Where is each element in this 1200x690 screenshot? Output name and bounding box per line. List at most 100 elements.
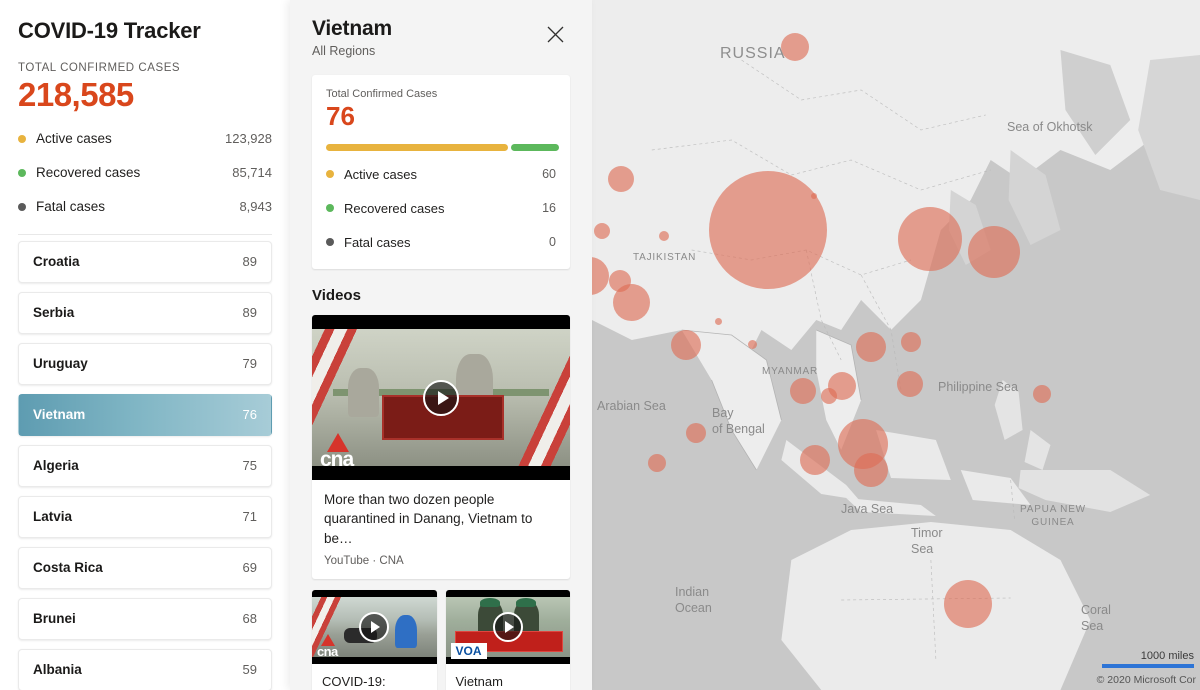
map-case-circle[interactable] bbox=[828, 372, 856, 400]
legend-row: Recovered cases 85,714 bbox=[18, 156, 272, 190]
detail-subtitle: All Regions bbox=[312, 44, 376, 58]
country-list: Croatia 89 Serbia 89 Uruguay 79 Vietnam … bbox=[18, 240, 272, 690]
map-case-circle[interactable] bbox=[747, 339, 757, 349]
map-case-circle[interactable] bbox=[1033, 385, 1051, 403]
map-case-circle[interactable] bbox=[944, 580, 992, 628]
country-row-costa-rica[interactable]: Costa Rica 69 bbox=[18, 546, 272, 589]
country-value: 89 bbox=[242, 305, 257, 321]
progress-segment-recovered bbox=[510, 144, 559, 152]
detail-legend-row: Active cases 60 bbox=[326, 157, 556, 191]
legend-value: 123,928 bbox=[225, 131, 272, 147]
map-case-circle[interactable] bbox=[608, 166, 634, 192]
legend-label: Active cases bbox=[36, 131, 112, 147]
video-source: YouTube · CNA bbox=[324, 554, 404, 567]
map-scale-label: 1000 miles bbox=[1140, 650, 1194, 662]
world-map[interactable]: RUSSIA Sea of Okhotsk TAJIKISTAN MYANMAR Ara… bbox=[592, 0, 1200, 690]
play-triangle bbox=[371, 620, 381, 633]
country-name: Serbia bbox=[33, 305, 75, 321]
country-row-algeria[interactable]: Algeria 75 bbox=[18, 444, 272, 487]
detail-stat-card: Total Confirmed Cases 76 Active cases 60… bbox=[312, 75, 570, 270]
legend-dot bbox=[18, 202, 26, 211]
map-case-circle[interactable] bbox=[790, 378, 816, 404]
map-case-circle[interactable] bbox=[854, 453, 888, 487]
map-case-circle[interactable] bbox=[648, 454, 666, 472]
map-case-circle[interactable] bbox=[612, 283, 650, 321]
country-row-serbia[interactable]: Serbia 89 bbox=[18, 291, 272, 334]
video-thumbnail[interactable]: cna bbox=[312, 589, 437, 664]
map-scale-bar: 1000 miles bbox=[1102, 650, 1194, 668]
map-case-circle[interactable] bbox=[856, 332, 886, 362]
play-icon[interactable] bbox=[423, 379, 459, 416]
play-icon[interactable] bbox=[492, 611, 523, 642]
detail-legend-value: 0 bbox=[549, 235, 556, 250]
video-title: More than two dozen people quarantined i… bbox=[324, 492, 533, 546]
country-value: 69 bbox=[242, 560, 257, 576]
map-case-circle[interactable] bbox=[594, 223, 610, 239]
global-legend: Active cases 123,928 Recovered cases 85,… bbox=[18, 122, 272, 224]
country-name: Costa Rica bbox=[33, 560, 103, 576]
country-value: 79 bbox=[242, 356, 257, 372]
map-label: Sea of Okhotsk bbox=[1007, 120, 1093, 134]
country-row-vietnam[interactable]: Vietnam 76 bbox=[18, 393, 272, 436]
legend-value: 85,714 bbox=[232, 165, 272, 181]
country-row-brunei[interactable]: Brunei 68 bbox=[18, 597, 272, 640]
detail-total-value: 76 bbox=[326, 101, 355, 131]
detail-legend-dot bbox=[326, 238, 334, 247]
map-case-circle[interactable] bbox=[709, 171, 827, 289]
map-case-circle[interactable] bbox=[671, 330, 701, 360]
play-triangle bbox=[437, 390, 449, 405]
country-row-uruguay[interactable]: Uruguay 79 bbox=[18, 342, 272, 385]
video-meta: Vietnam bbox=[446, 664, 571, 690]
map-case-circle[interactable] bbox=[659, 231, 669, 241]
cna-logo: cna bbox=[320, 433, 354, 472]
detail-legend: Active cases 60 Recovered cases 16 Fatal… bbox=[326, 157, 556, 259]
legend-dot bbox=[18, 134, 26, 143]
close-icon[interactable] bbox=[540, 19, 570, 49]
video-meta: More than two dozen people quarantined i… bbox=[312, 480, 570, 578]
total-confirmed-label: TOTAL CONFIRMED CASES bbox=[18, 62, 181, 74]
country-row-albania[interactable]: Albania 59 bbox=[18, 648, 272, 690]
map-case-circle[interactable] bbox=[800, 445, 830, 475]
progress-segment-active bbox=[326, 144, 508, 152]
map-case-circle[interactable] bbox=[686, 423, 706, 443]
map-case-circle[interactable] bbox=[897, 371, 923, 397]
scene-figure bbox=[348, 367, 380, 417]
country-row-latvia[interactable]: Latvia 71 bbox=[18, 495, 272, 538]
map-label: Bay of Bengal bbox=[712, 406, 765, 436]
legend-dot bbox=[18, 168, 26, 177]
legend-label: Fatal cases bbox=[36, 199, 106, 215]
country-value: 76 bbox=[242, 407, 257, 423]
detail-total-label: Total Confirmed Cases bbox=[326, 88, 438, 100]
map-label: PAPUA NEW GUINEA bbox=[1020, 504, 1086, 528]
map-case-circle[interactable] bbox=[901, 332, 921, 352]
country-name: Brunei bbox=[33, 611, 76, 627]
country-name: Algeria bbox=[33, 458, 79, 474]
covid-tracker-app: COVID-19 Tracker TOTAL CONFIRMED CASES 2… bbox=[0, 0, 1200, 690]
detail-panel: Vietnam All Regions Total Confirmed Case… bbox=[290, 0, 592, 690]
map-case-circle[interactable] bbox=[968, 226, 1020, 278]
map-label: RUSSIA bbox=[720, 45, 786, 62]
video-thumbnail[interactable]: cna bbox=[312, 315, 570, 481]
country-name: Albania bbox=[33, 662, 82, 678]
map-label: Timor Sea bbox=[911, 526, 943, 556]
play-icon[interactable] bbox=[359, 611, 390, 642]
small-video-card[interactable]: VOA Vietnam bbox=[445, 589, 571, 690]
map-case-circle[interactable] bbox=[714, 317, 722, 325]
detail-legend-value: 16 bbox=[542, 201, 556, 216]
small-video-card[interactable]: cna COVID-19: bbox=[312, 589, 437, 690]
video-thumbnail[interactable]: VOA bbox=[445, 589, 570, 664]
legend-row: Active cases 123,928 bbox=[18, 122, 272, 156]
detail-legend-label: Active cases bbox=[344, 166, 417, 182]
country-value: 75 bbox=[242, 458, 257, 474]
detail-titles: Vietnam All Regions bbox=[312, 17, 540, 58]
detail-legend-dot bbox=[326, 204, 334, 213]
map-case-circle[interactable] bbox=[898, 207, 962, 271]
video-title: COVID-19: bbox=[322, 673, 386, 689]
map-label: Java Sea bbox=[841, 502, 894, 516]
country-row-croatia[interactable]: Croatia 89 bbox=[18, 240, 272, 283]
featured-video-card[interactable]: cna More than two dozen people quarantin… bbox=[312, 315, 570, 579]
map-label: Philippine Sea bbox=[938, 380, 1018, 394]
country-value: 71 bbox=[242, 509, 257, 525]
scene-worker bbox=[395, 614, 417, 649]
map-label: Coral Sea bbox=[1081, 603, 1111, 633]
